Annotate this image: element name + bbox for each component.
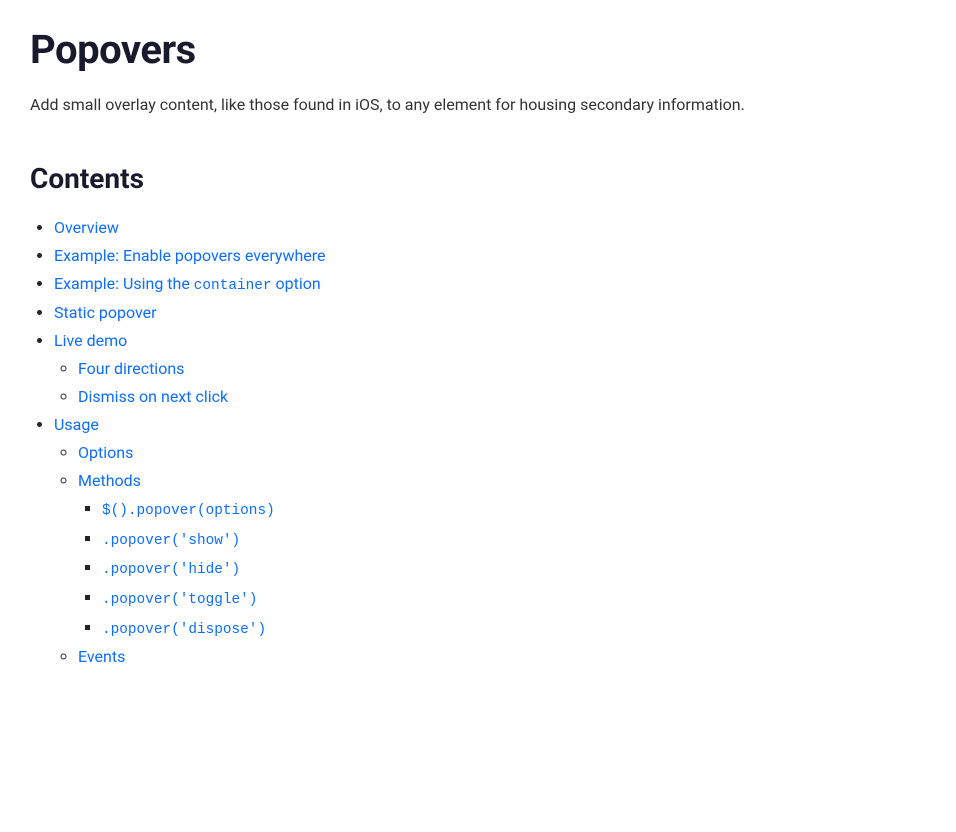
example-container-link[interactable]: Example: Using the container option: [54, 274, 321, 293]
list-item: Static popover: [54, 301, 926, 325]
methods-sublist: $().popover(options) .popover('show') .p…: [78, 497, 926, 641]
contents-section: Contents Overview Example: Enable popove…: [30, 158, 926, 670]
live-demo-link[interactable]: Live demo: [54, 331, 127, 350]
list-item: Events: [78, 645, 926, 669]
popover-options-method-link[interactable]: $().popover(options): [102, 499, 275, 518]
static-popover-link[interactable]: Static popover: [54, 303, 157, 322]
popover-dispose-link[interactable]: .popover('dispose'): [102, 618, 266, 637]
usage-sublist: Options Methods $().popover(options) .po…: [54, 441, 926, 669]
list-item: .popover('toggle'): [102, 586, 926, 612]
page-title: Popovers: [30, 20, 926, 80]
usage-link[interactable]: Usage: [54, 415, 99, 434]
dismiss-on-next-click-link[interactable]: Dismiss on next click: [78, 387, 228, 406]
four-directions-link[interactable]: Four directions: [78, 359, 184, 378]
list-item: Example: Enable popovers everywhere: [54, 244, 926, 268]
list-item: Options: [78, 441, 926, 465]
list-item: $().popover(options): [102, 497, 926, 523]
example-enable-link[interactable]: Example: Enable popovers everywhere: [54, 246, 326, 265]
page-subtitle: Add small overlay content, like those fo…: [30, 92, 926, 118]
popover-hide-link[interactable]: .popover('hide'): [102, 558, 240, 577]
contents-list: Overview Example: Enable popovers everyw…: [30, 216, 926, 670]
methods-link[interactable]: Methods: [78, 471, 141, 490]
contents-heading: Contents: [30, 158, 926, 200]
list-item: Usage Options Methods $().popover(option…: [54, 413, 926, 669]
live-demo-sublist: Four directions Dismiss on next click: [54, 357, 926, 409]
options-link[interactable]: Options: [78, 443, 133, 462]
list-item: Methods $().popover(options) .popover('s…: [78, 469, 926, 641]
list-item: Overview: [54, 216, 926, 240]
list-item: .popover('show'): [102, 527, 926, 553]
list-item: .popover('dispose'): [102, 616, 926, 642]
popover-show-link[interactable]: .popover('show'): [102, 529, 240, 548]
events-link[interactable]: Events: [78, 647, 125, 666]
list-item: Live demo Four directions Dismiss on nex…: [54, 329, 926, 409]
list-item: Four directions: [78, 357, 926, 381]
list-item: Dismiss on next click: [78, 385, 926, 409]
overview-link[interactable]: Overview: [54, 218, 119, 237]
list-item: Example: Using the container option: [54, 272, 926, 298]
list-item: .popover('hide'): [102, 556, 926, 582]
popover-toggle-link[interactable]: .popover('toggle'): [102, 588, 257, 607]
